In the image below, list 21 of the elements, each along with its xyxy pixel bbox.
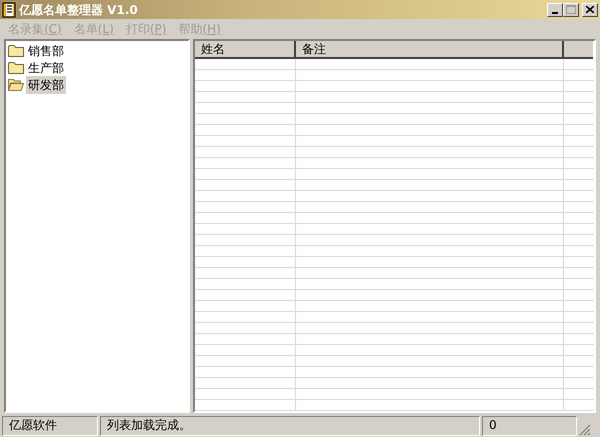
tree-item[interactable]: 生产部 (26, 58, 66, 76)
close-icon (586, 6, 594, 13)
minimize-button[interactable] (547, 2, 563, 16)
tree-item[interactable]: 销售部 (26, 42, 66, 60)
status-pane: 列表加载完成。 (100, 416, 480, 436)
status-pane: 亿愿软件 (2, 416, 98, 436)
close-button[interactable] (582, 2, 598, 16)
tree-item[interactable]: 研发部 (26, 76, 66, 94)
status-pane: 0 (482, 416, 577, 436)
maximize-icon (566, 5, 576, 14)
open-folder-icon (8, 78, 24, 91)
notebook-icon (2, 2, 16, 18)
resize-grip-icon[interactable] (579, 424, 591, 436)
column-header[interactable]: 备注 (296, 41, 564, 59)
maximize-button[interactable] (563, 2, 579, 16)
minimize-icon (552, 12, 558, 14)
folder-icon (8, 61, 24, 74)
column-header-filler (564, 41, 593, 59)
column-header[interactable]: 姓名 (195, 41, 296, 59)
window-title: 亿愿名单整理器 V1.0 (19, 2, 138, 18)
folder-icon (8, 44, 24, 57)
